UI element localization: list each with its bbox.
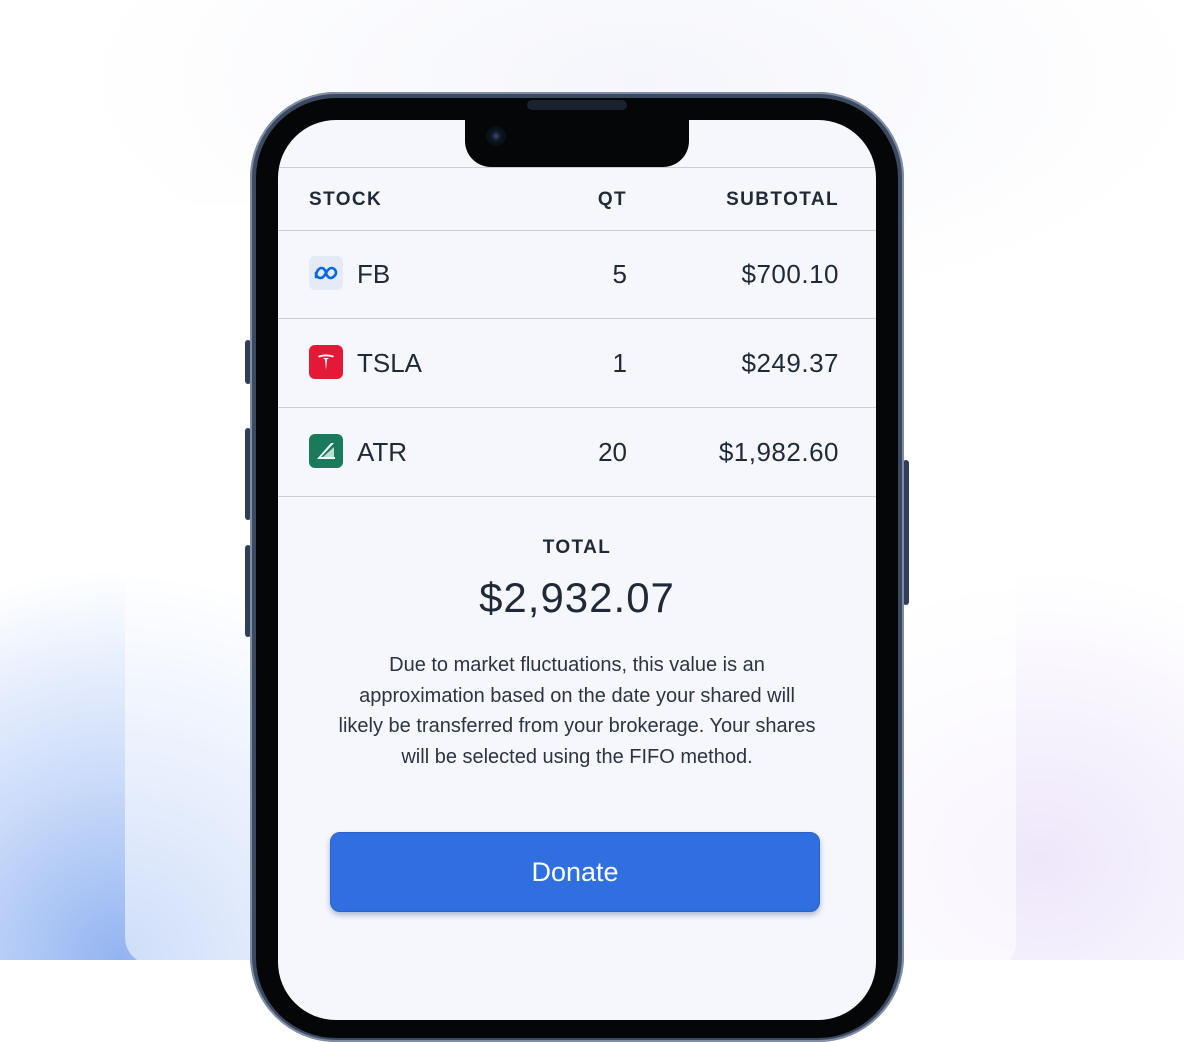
- quantity-column-header: QT: [597, 189, 627, 210]
- table-row: FB 5 $700.10: [278, 230, 876, 319]
- stock-quantity: 5: [612, 259, 627, 289]
- stock-quantity: 20: [598, 437, 627, 467]
- total-label: TOTAL: [542, 537, 612, 558]
- stock-subtotal: $249.37: [741, 348, 839, 378]
- table-row: TSLA 1 $249.37: [278, 319, 876, 408]
- total-value: $2,932.07: [479, 574, 675, 621]
- stock-ticker: FB: [357, 259, 391, 289]
- tesla-logo-icon: [309, 345, 343, 379]
- camera-icon: [486, 126, 506, 146]
- phone-screen: STOCK QT SUBTOTAL FB 5 $700.10 TSLA 1 $2…: [278, 120, 876, 1020]
- speaker-grille: [527, 100, 627, 110]
- stock-quantity: 1: [612, 348, 627, 378]
- stock-column-header: STOCK: [309, 189, 383, 210]
- atr-logo-icon: [309, 434, 343, 468]
- stock-subtotal: $700.10: [741, 259, 839, 289]
- stock-subtotal: $1,982.60: [718, 437, 839, 467]
- stock-ticker: TSLA: [357, 348, 423, 378]
- donate-button[interactable]: Donate: [330, 832, 820, 912]
- table-row: ATR 20 $1,982.60: [278, 408, 876, 497]
- subtotal-column-header: SUBTOTAL: [726, 189, 839, 210]
- disclaimer-text: Due to market fluctuations, this value i…: [338, 654, 816, 768]
- table-header: STOCK QT SUBTOTAL: [278, 167, 876, 231]
- stock-ticker: ATR: [357, 437, 408, 467]
- meta-logo-icon: [309, 256, 343, 290]
